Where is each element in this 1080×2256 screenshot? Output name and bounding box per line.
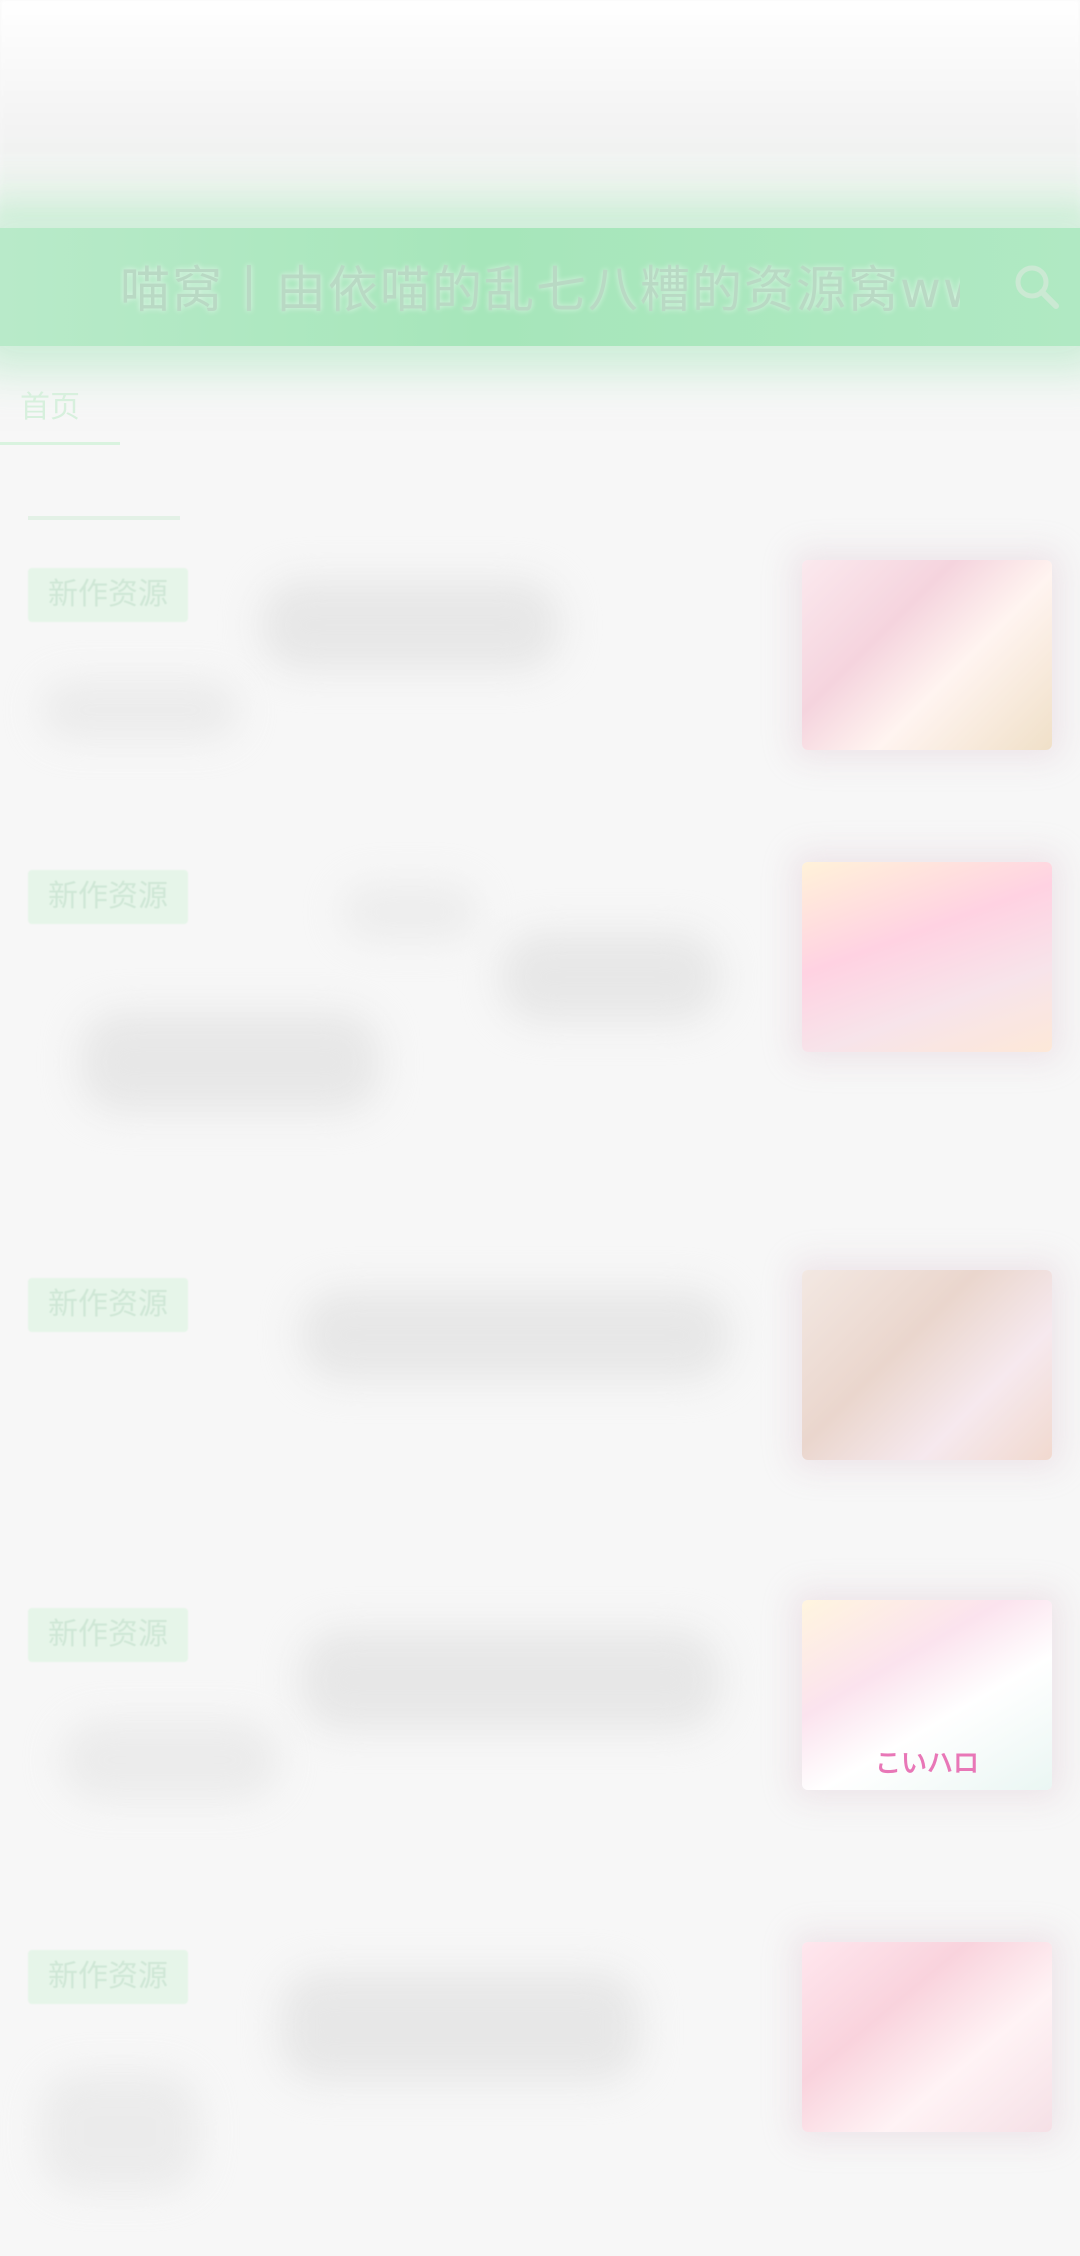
post-title-blurred bbox=[260, 580, 560, 670]
top-blur-area bbox=[0, 0, 1080, 220]
post-category-badge[interactable]: 新作资源 bbox=[28, 870, 188, 924]
post-thumbnail[interactable] bbox=[802, 560, 1052, 750]
post-category-badge[interactable]: 新作资源 bbox=[28, 1950, 188, 2004]
post-title-blurred bbox=[500, 932, 720, 1022]
search-icon bbox=[1015, 265, 1059, 309]
post-title-blurred bbox=[40, 680, 240, 740]
site-title[interactable]: 喵窝丨由依喵的乱七八糟的资源窝www bbox=[120, 260, 960, 320]
post-thumbnail[interactable]: こいハロ bbox=[802, 1600, 1052, 1790]
post-thumbnail[interactable] bbox=[802, 1942, 1052, 2132]
main-nav: 首页 bbox=[0, 372, 120, 445]
post-title-blurred bbox=[280, 1972, 640, 2082]
post-title-blurred bbox=[300, 1630, 720, 1730]
post-thumbnail[interactable] bbox=[802, 862, 1052, 1052]
post-category-badge[interactable]: 新作资源 bbox=[28, 568, 188, 622]
search-button[interactable] bbox=[1008, 258, 1064, 314]
site-header: 喵窝丨由依喵的乱七八糟的资源窝www bbox=[0, 228, 1080, 346]
post-category-badge[interactable]: 新作资源 bbox=[28, 1278, 188, 1332]
post-thumbnail[interactable] bbox=[802, 1270, 1052, 1460]
thumb-caption: こいハロ bbox=[874, 1749, 979, 1779]
post-category-badge[interactable]: 新作资源 bbox=[28, 1608, 188, 1662]
post-title-blurred bbox=[340, 882, 480, 942]
post-title-blurred bbox=[40, 2072, 200, 2192]
section-divider bbox=[28, 516, 180, 520]
post-title-blurred bbox=[300, 1290, 730, 1380]
post-title-blurred bbox=[80, 1012, 380, 1112]
nav-home[interactable]: 首页 bbox=[0, 372, 120, 445]
post-title-blurred bbox=[60, 1720, 280, 1800]
